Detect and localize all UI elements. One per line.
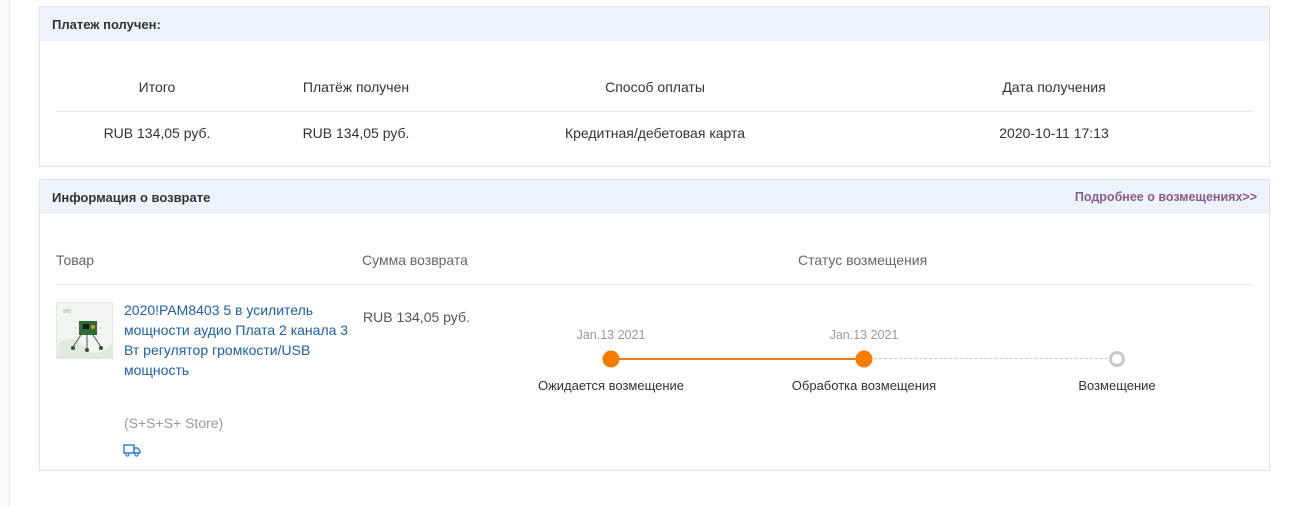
refund-panel-header: Информация о возврате Подробнее о возмещ… xyxy=(40,180,1269,214)
store-name[interactable]: (S+S+S+ Store) xyxy=(124,415,223,431)
step-3-label: Возмещение xyxy=(1078,378,1156,393)
timeline-segment-2 xyxy=(864,358,1118,359)
refund-header-title: Информация о возврате xyxy=(52,189,211,205)
left-border xyxy=(0,0,10,507)
step-3-dot xyxy=(1109,351,1125,367)
step-2-label: Обработка возмещения xyxy=(791,378,937,393)
payment-panel: Платеж получен: Итого Платёж получен Спо… xyxy=(39,6,1270,167)
product-thumbnail[interactable] xyxy=(56,302,113,359)
product-title-link[interactable]: 2020!PAM8403 5 в усилитель мощности ауди… xyxy=(124,300,360,380)
payment-header-title: Платеж получен: xyxy=(52,16,161,32)
step-2-dot xyxy=(855,350,873,368)
col-paid-header: Платёж получен xyxy=(302,79,410,95)
refund-table: Товар Сумма возврата Статус возмещения 2… xyxy=(40,214,1269,470)
refund-panel: Информация о возврате Подробнее о возмещ… xyxy=(39,179,1270,471)
col-total-header: Итого xyxy=(138,79,176,95)
col-date-header: Дата получения xyxy=(1002,79,1106,95)
col-status-header: Статус возмещения xyxy=(798,252,928,268)
payment-panel-header: Платеж получен: xyxy=(40,7,1269,41)
refund-amount: RUB 134,05 руб. xyxy=(363,309,470,325)
col-amount-header: Сумма возврата xyxy=(362,252,468,268)
date-value: 2020-10-11 17:13 xyxy=(999,125,1109,141)
col-method-header: Способ оплаты xyxy=(605,79,705,95)
payment-table: Итого Платёж получен Способ оплаты Дата … xyxy=(40,41,1269,167)
timeline-segment-1 xyxy=(611,358,864,360)
paid-value: RUB 134,05 руб. xyxy=(302,125,410,141)
payment-divider xyxy=(56,111,1253,112)
step-1-date: Jan.13 2021 xyxy=(576,328,646,342)
step-2-date: Jan.13 2021 xyxy=(829,328,899,342)
total-value: RUB 134,05 руб. xyxy=(103,125,211,141)
shipping-truck-icon[interactable] xyxy=(123,443,141,457)
col-product-header: Товар xyxy=(56,252,95,268)
method-value: Кредитная/дебетовая карта xyxy=(564,125,746,141)
refund-divider xyxy=(56,284,1253,285)
step-1-label: Ожидается возмещение xyxy=(537,378,685,393)
refund-more-link[interactable]: Подробнее о возмещениях>> xyxy=(1075,190,1257,204)
step-1-dot xyxy=(602,350,620,368)
